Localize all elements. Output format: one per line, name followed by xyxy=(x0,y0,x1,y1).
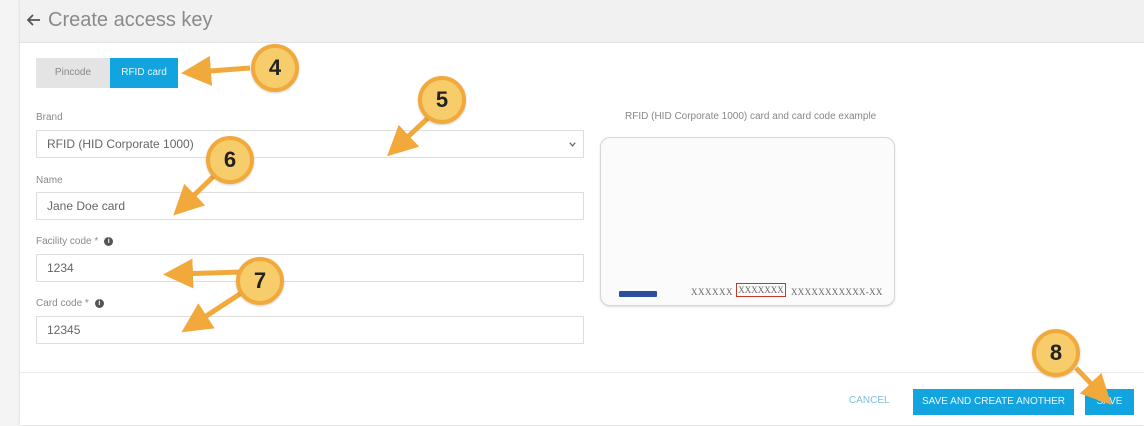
create-access-key-panel: Create access key Pincode RFID card Bran… xyxy=(20,0,1144,425)
callout-4: 4 xyxy=(251,44,299,92)
callout-7: 7 xyxy=(236,257,284,305)
card-logo xyxy=(619,291,657,297)
cancel-button[interactable]: CANCEL xyxy=(849,395,890,406)
callout-8: 8 xyxy=(1032,329,1080,377)
facility-code-label: Facility code * i xyxy=(36,236,114,247)
card-code-label-text: Card code * xyxy=(36,298,89,309)
info-icon[interactable]: i xyxy=(94,298,104,308)
card-code-label: Card code * i xyxy=(36,298,104,309)
key-type-tabs: Pincode RFID card xyxy=(36,58,178,88)
tab-pincode[interactable]: Pincode xyxy=(36,58,110,88)
page-title: Create access key xyxy=(48,9,213,31)
name-label: Name xyxy=(36,175,63,186)
rfid-card-example-image: XXXXXX XXXXXXX XXXXXXXXXXX-XX xyxy=(600,137,895,306)
card-code-segment-a: XXXXXX xyxy=(691,287,733,297)
callout-6: 6 xyxy=(206,136,254,184)
arrow-left-icon[interactable] xyxy=(26,12,42,28)
info-icon[interactable]: i xyxy=(104,236,114,246)
tab-rfid-card[interactable]: RFID card xyxy=(110,58,178,88)
brand-select[interactable]: RFID (HID Corporate 1000) xyxy=(36,130,584,158)
page-header: Create access key xyxy=(20,0,1144,43)
card-code-input[interactable]: 12345 xyxy=(36,316,584,344)
callout-5: 5 xyxy=(418,76,466,124)
facility-code-input[interactable]: 1234 xyxy=(36,254,584,282)
save-button[interactable]: SAVE xyxy=(1085,389,1134,415)
card-code-highlight: XXXXXXX xyxy=(736,283,786,297)
card-code-segment-c: XXXXXXXXXXX-XX xyxy=(791,287,883,297)
facility-code-label-text: Facility code * xyxy=(36,236,99,247)
brand-label: Brand xyxy=(36,112,63,123)
form-footer: CANCEL SAVE AND CREATE ANOTHER SAVE xyxy=(20,372,1144,426)
brand-select-value: RFID (HID Corporate 1000) xyxy=(47,137,194,151)
name-input[interactable]: Jane Doe card xyxy=(36,192,584,220)
save-and-create-another-button[interactable]: SAVE AND CREATE ANOTHER xyxy=(913,389,1074,415)
card-example-label: RFID (HID Corporate 1000) card and card … xyxy=(625,111,877,122)
chevron-down-icon xyxy=(569,142,576,147)
